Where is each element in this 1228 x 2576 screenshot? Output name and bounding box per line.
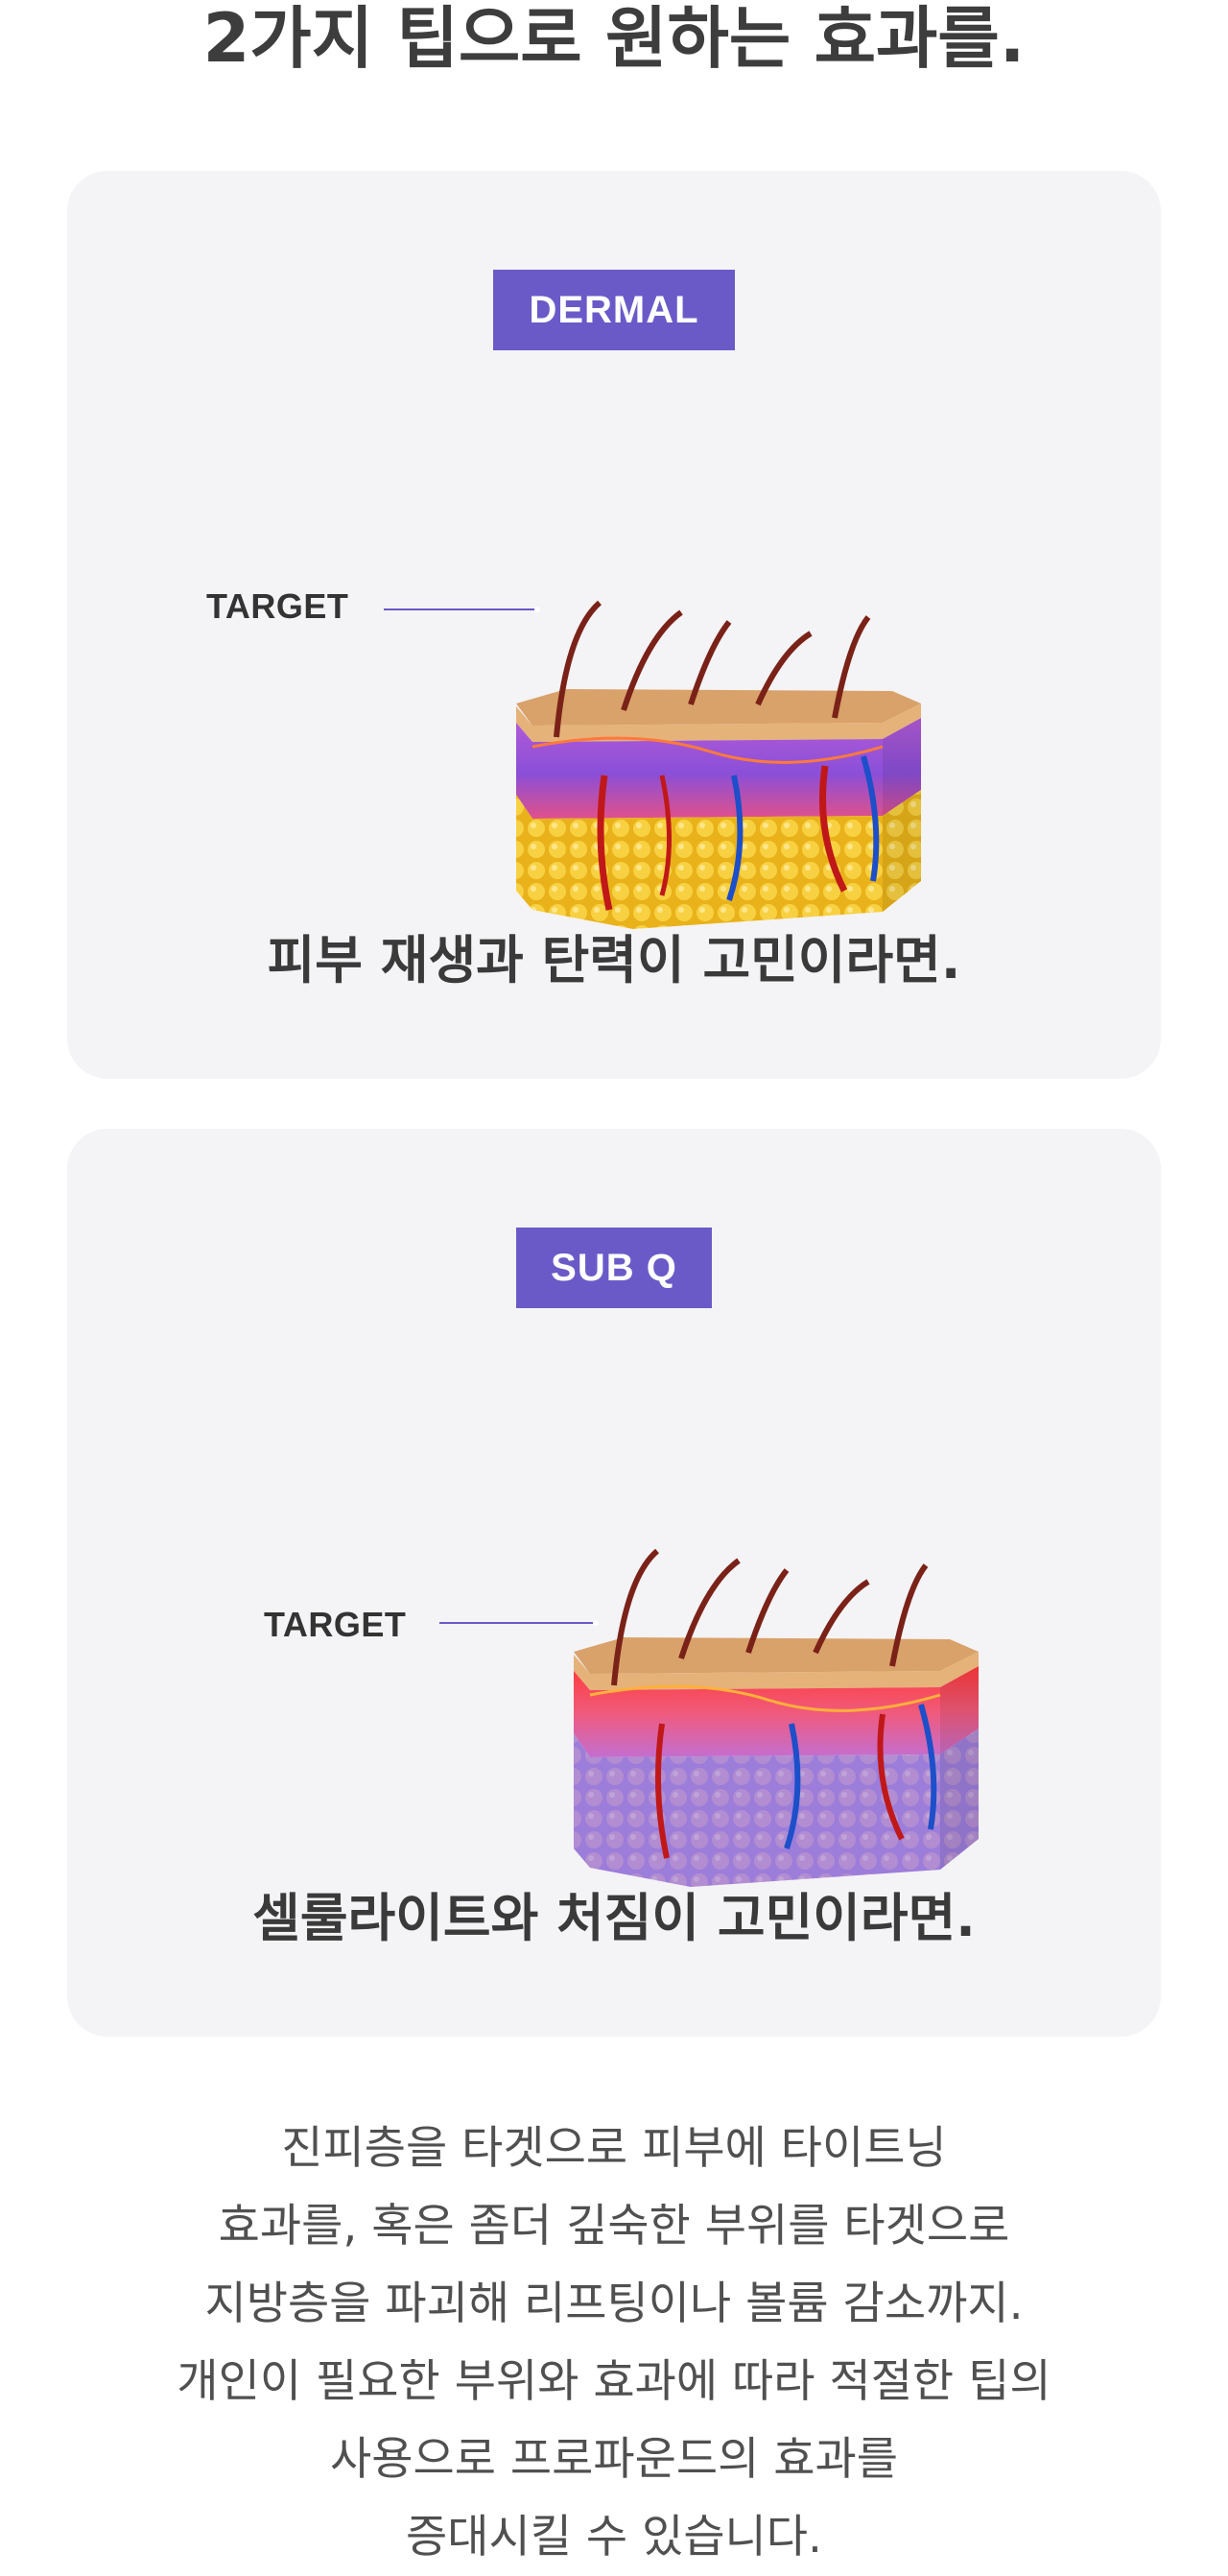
subq-target-dot xyxy=(593,1620,599,1626)
skin-layers-dermal-illustration xyxy=(516,600,921,929)
dermal-caption: 피부 재생과 탄력이 고민이라면. xyxy=(267,930,961,990)
description-text: 진피층을 타겟으로 피부에 타이트닝 효과를, 혹은 좀더 깊숙한 부위를 타겟… xyxy=(0,2110,1228,2576)
description-line: 지방층을 파괴해 리프팅이나 볼륨 감소까지. xyxy=(204,2278,1024,2330)
dermal-tip-card: DERMAL TARGET 피부 재생과 탄력이 고민이라면. xyxy=(67,171,1161,1079)
subq-caption: 셀룰라이트와 처짐이 고민이라면. xyxy=(252,1888,976,1948)
description-line: 증대시킬 수 있습니다. xyxy=(406,2511,822,2564)
description-line: 사용으로 프로파운드의 효과를 xyxy=(330,2433,898,2486)
description-line: 진피층을 타겟으로 피부에 타이트닝 xyxy=(281,2122,947,2175)
dermal-badge: DERMAL xyxy=(493,270,735,350)
subq-target-label: TARGET xyxy=(264,1605,407,1644)
description-line: 개인이 필요한 부위와 효과에 따라 적절한 팁의 xyxy=(177,2355,1051,2408)
skin-layers-subq-illustration xyxy=(574,1548,979,1887)
page-headline: 2가지 팁으로 원하는 효과를. xyxy=(202,0,1026,78)
subq-tip-card: SUB Q TARGET 셀룰라이트와 처짐이 고민이라면. xyxy=(67,1129,1161,2037)
dermal-target-label: TARGET xyxy=(206,586,349,626)
subq-badge: SUB Q xyxy=(516,1228,712,1308)
description-line: 효과를, 혹은 좀더 깊숙한 부위를 타겟으로 xyxy=(218,2200,1010,2253)
dermal-target-dot xyxy=(534,607,540,612)
